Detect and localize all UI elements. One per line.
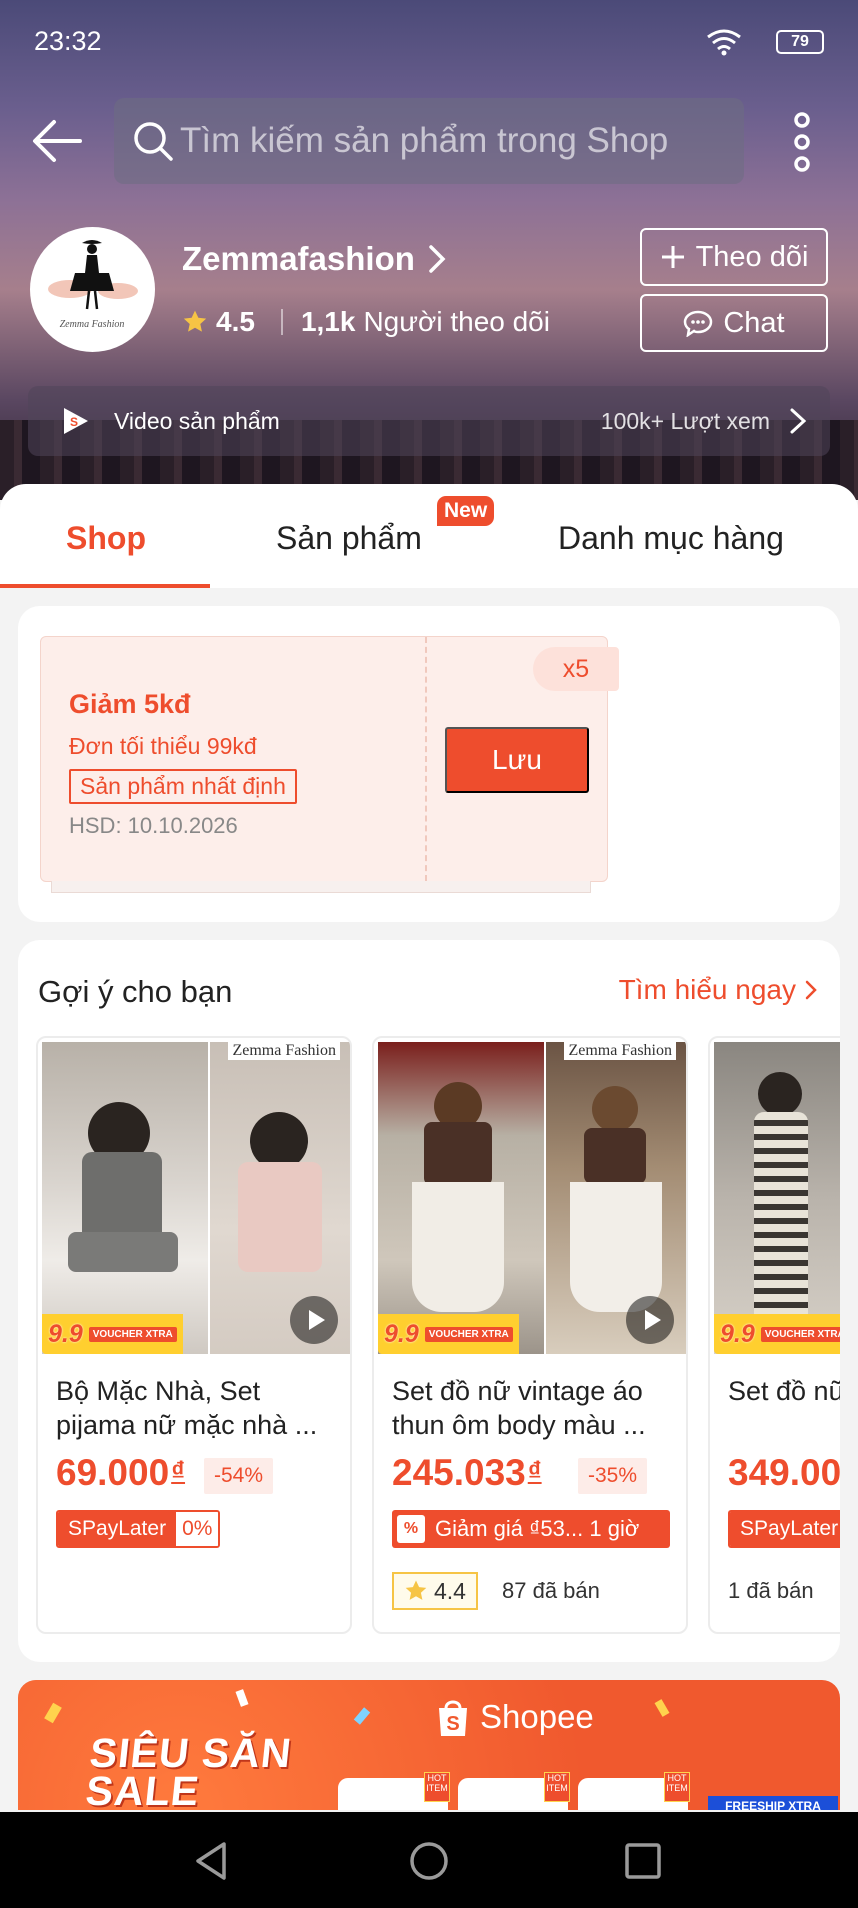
- svg-text:Zemma Fashion: Zemma Fashion: [60, 319, 125, 330]
- status-time: 23:32: [34, 26, 102, 56]
- stats-divider: [280, 309, 283, 335]
- product-image: 9.9 VOUCHER XTRA: [714, 1042, 840, 1354]
- svg-text:S: S: [70, 415, 78, 429]
- sold-count: 1 đã bán: [728, 1578, 814, 1603]
- search-icon: [134, 122, 173, 161]
- rating-badge: 4.4: [392, 1572, 478, 1610]
- chat-icon: [684, 310, 713, 337]
- freeship-tag: FREESHIP XTRA: [708, 1796, 838, 1810]
- video-play-icon: S: [64, 408, 88, 434]
- play-icon[interactable]: [290, 1296, 338, 1344]
- brand-tag: Zemma Fashion: [564, 1042, 676, 1060]
- tab-categories[interactable]: Danh mục hàng: [558, 520, 784, 557]
- shop-stats: 4.5 1,1k Người theo dõi: [182, 306, 550, 338]
- product-name: Set đồ nữ vintage áo thun ôm body màu ..…: [392, 1376, 646, 1440]
- sale-tag: 9.9 VOUCHER XTRA: [378, 1314, 519, 1354]
- wifi-icon: [707, 29, 741, 56]
- chevron-right-icon: [790, 408, 807, 434]
- tab-shop[interactable]: Shop: [66, 520, 146, 557]
- follow-label: Theo dõi: [695, 240, 809, 273]
- voucher-ticket: Giảm 5kđ Đơn tối thiểu 99kđ Sản phẩm nhấ…: [40, 636, 619, 893]
- hot-item-tag: HOT ITEM: [664, 1772, 690, 1802]
- product-video-bar[interactable]: S Video sản phẩm 100k+ Lượt xem: [28, 386, 830, 456]
- home-circle-icon[interactable]: [404, 1836, 454, 1886]
- learn-more-link[interactable]: Tìm hiểu ngay: [619, 974, 818, 1006]
- discount-tag-icon: %: [397, 1515, 425, 1543]
- shop-tabs: Shop Sản phẩm New Danh mục hàng: [0, 484, 858, 588]
- product-name: Bộ Mặc Nhà, Set pijama nữ mặc nhà ...: [56, 1376, 318, 1440]
- product-image: Zemma Fashion 9.9 VOUCHER XTRA: [378, 1042, 686, 1354]
- recommend-section: Gợi ý cho bạn Tìm hiểu ngay Zemma Fashio…: [18, 940, 840, 1662]
- system-nav-bar: [0, 1812, 858, 1908]
- star-icon: [405, 1580, 427, 1600]
- battery-indicator: 79: [776, 30, 824, 54]
- status-bar: 23:32 79: [34, 22, 824, 62]
- back-triangle-icon[interactable]: [188, 1836, 238, 1886]
- voucher-scope: Sản phẩm nhất định: [69, 769, 297, 804]
- product-price: 349.00: [728, 1452, 840, 1493]
- product-card[interactable]: Zemma Fashion 9.9 VOUCHER XTRA Set đồ nữ…: [372, 1036, 688, 1634]
- chat-label: Chat: [723, 306, 785, 339]
- voucher-expiry: HSD: 10.10.2026: [69, 813, 238, 838]
- product-price: 245.033 ₫: [392, 1452, 542, 1493]
- banner-title: SIÊU SĂN SALE: [83, 1730, 295, 1810]
- promo-banner[interactable]: SIÊU SĂN SALE S Shopee HOT ITEM HOT ITEM …: [18, 1680, 840, 1810]
- followers-count: 1,1k: [300, 306, 356, 337]
- shop-page: 23:32 79 Zemma Fashion Zemmafashion 4.5: [0, 0, 858, 1908]
- video-views: 100k+ Lượt xem: [600, 408, 770, 434]
- top-bar: [0, 98, 858, 184]
- follow-button[interactable]: Theo dõi: [640, 228, 828, 286]
- video-label: Video sản phẩm: [114, 408, 280, 434]
- discount-badge: -54%: [204, 1458, 274, 1494]
- search-input[interactable]: [180, 98, 720, 184]
- sale-tag: 9.9 VOUCHER XTRA: [714, 1314, 840, 1354]
- save-voucher-button[interactable]: Lưu: [445, 727, 589, 793]
- recommend-title: Gợi ý cho bạn: [38, 974, 233, 1009]
- recents-square-icon[interactable]: [618, 1836, 668, 1886]
- product-card[interactable]: 9.9 VOUCHER XTRA Set đồ nữ 2 dây kẻ 349.…: [708, 1036, 840, 1634]
- more-vertical-icon[interactable]: [780, 112, 824, 172]
- product-price: 69.000 ₫: [56, 1452, 186, 1493]
- product-card[interactable]: Zemma Fashion 9.9 VOUCHER XTRA Bộ Mặc Nh…: [36, 1036, 352, 1634]
- voucher-title: Giảm 5kđ: [69, 689, 191, 719]
- followers-label: Người theo dõi: [363, 306, 550, 337]
- shop-logo: Zemma Fashion: [48, 240, 138, 330]
- active-tab-indicator: [0, 584, 210, 588]
- hot-item-tag: HOT ITEM: [544, 1772, 570, 1802]
- play-icon[interactable]: [626, 1296, 674, 1344]
- flash-sale-badge: % Giảm giá ₫53... 1 giờ: [392, 1510, 670, 1548]
- shop-name: Zemmafashion: [182, 240, 415, 277]
- paylater-badge: SPayLater: [728, 1510, 840, 1548]
- shop-search-bar[interactable]: [114, 98, 744, 184]
- voucher-quantity: x5: [533, 647, 619, 691]
- product-image: Zemma Fashion 9.9 VOUCHER XTRA: [42, 1042, 350, 1354]
- new-badge: New: [437, 496, 495, 526]
- product-name: Set đồ nữ 2 dây kẻ: [728, 1376, 840, 1406]
- discount-badge: -35%: [578, 1458, 648, 1494]
- paylater-badge: SPayLater 0%: [56, 1510, 221, 1548]
- brand-tag: Zemma Fashion: [228, 1042, 340, 1060]
- chevron-right-icon: [429, 245, 446, 273]
- voucher-min-order: Đơn tối thiểu 99kđ: [69, 733, 257, 759]
- chat-button[interactable]: Chat: [640, 294, 828, 352]
- shop-name-link[interactable]: Zemmafashion: [182, 240, 447, 278]
- learn-more-label: Tìm hiểu ngay: [618, 974, 796, 1005]
- back-arrow-icon[interactable]: [30, 114, 84, 168]
- shop-rating: 4.5: [216, 306, 255, 337]
- tab-products[interactable]: Sản phẩm: [276, 520, 422, 557]
- plus-icon: [661, 246, 684, 268]
- star-icon: [183, 310, 207, 332]
- svg-text:S: S: [446, 1713, 459, 1735]
- chevron-right-icon: [805, 980, 817, 1000]
- shopee-logo: S Shopee: [434, 1696, 594, 1738]
- shopping-bag-icon: S: [439, 1700, 467, 1736]
- hot-item-tag: HOT ITEM: [424, 1772, 450, 1802]
- shop-avatar[interactable]: Zemma Fashion: [30, 227, 155, 352]
- sold-count: 87 đã bán: [502, 1578, 600, 1603]
- sale-tag: 9.9 VOUCHER XTRA: [42, 1314, 183, 1354]
